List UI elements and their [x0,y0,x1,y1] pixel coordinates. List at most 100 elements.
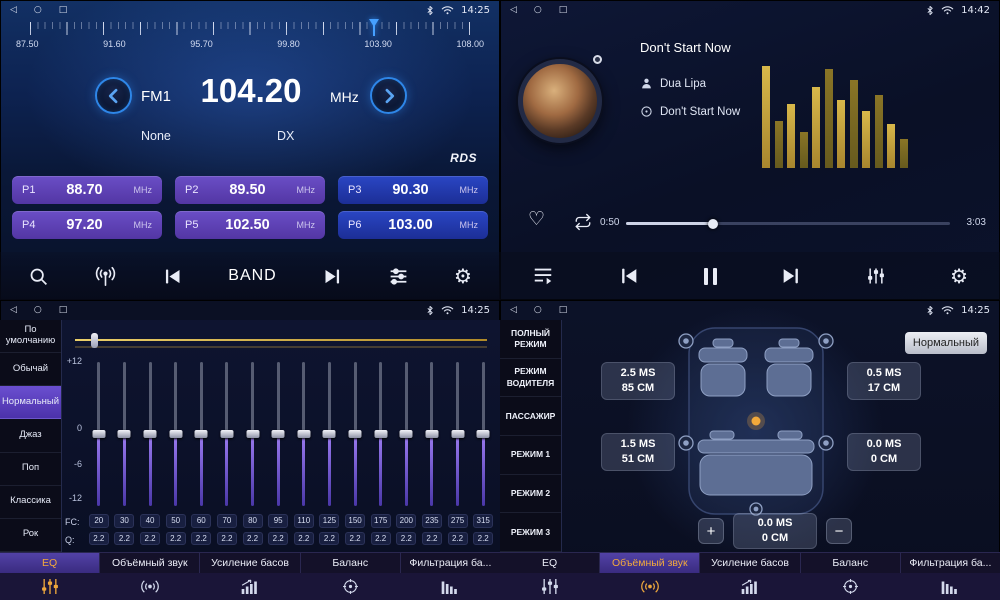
slider-handle[interactable] [92,430,105,438]
nav-home-icon[interactable]: ○ [534,5,542,15]
eq-band-slider[interactable] [189,362,215,506]
balance-icon[interactable] [300,573,400,600]
nav-back-icon[interactable]: ◁ [510,5,517,15]
slider-handle[interactable] [144,430,157,438]
radio-preset-p2[interactable]: P289.50MHz [175,176,325,204]
next-track-icon[interactable] [780,265,802,287]
master-slider-handle[interactable] [91,333,98,348]
radio-preset-p3[interactable]: P390.30MHz [338,176,488,204]
surround-sound-icon[interactable] [600,573,700,600]
delay-decrease-button[interactable]: − [826,518,852,544]
eq-band-slider[interactable] [394,362,420,506]
slider-handle[interactable] [323,430,336,438]
eq-preset-6[interactable]: Рок [0,519,61,552]
eq-band-slider[interactable] [112,362,138,506]
slider-handle[interactable] [195,430,208,438]
filter-icon[interactable] [400,573,500,600]
eq-band-slider[interactable] [214,362,240,506]
pause-button[interactable] [704,268,717,285]
profile-button[interactable]: Нормальный [905,332,987,354]
settings-icon[interactable]: ⚙ [950,266,968,286]
slider-handle[interactable] [349,430,362,438]
slider-handle[interactable] [477,430,490,438]
nav-recents-icon[interactable]: □ [59,5,68,15]
eq-band-slider[interactable] [317,362,343,506]
eq-band-slider[interactable] [291,362,317,506]
balance-icon[interactable] [800,573,900,600]
slider-handle[interactable] [118,430,131,438]
eq-band-slider[interactable] [470,362,496,506]
eq-preset-5[interactable]: Классика [0,486,61,519]
slider-handle[interactable] [220,430,233,438]
bass-boost-icon[interactable] [700,573,800,600]
surround-mode-4[interactable]: РЕЖИМ 2 [500,475,561,514]
eq-band-slider[interactable] [137,362,163,506]
eq-band-slider[interactable] [342,362,368,506]
band-button[interactable]: BAND [228,267,276,285]
eq-preset-3[interactable]: Джаз [0,419,61,452]
slider-handle[interactable] [246,430,259,438]
nav-back-icon[interactable]: ◁ [10,5,17,15]
tab-balance[interactable]: Баланс [301,553,401,573]
tab-filter[interactable]: Фильтрация ба... [901,553,1000,573]
surround-mode-0[interactable]: ПОЛНЫЙ РЕЖИМ [500,320,561,359]
playlist-icon[interactable] [532,265,554,287]
radio-preset-p1[interactable]: P188.70MHz [12,176,162,204]
eq-band-slider[interactable] [419,362,445,506]
slider-handle[interactable] [169,430,182,438]
eq-band-slider[interactable] [368,362,394,506]
slider-handle[interactable] [297,430,310,438]
eq-sliders-icon[interactable] [866,266,886,286]
frequency-pointer[interactable] [369,19,379,27]
eq-preset-4[interactable]: Поп [0,453,61,486]
eq-band-slider[interactable] [163,362,189,506]
tab-eq[interactable]: EQ [0,553,100,573]
tab-filter[interactable]: Фильтрация ба... [401,553,500,573]
nav-home-icon[interactable]: ○ [534,305,542,315]
radio-preset-p4[interactable]: P497.20MHz [12,211,162,239]
radio-preset-p6[interactable]: P6103.00MHz [338,211,488,239]
eq-preset-0[interactable]: По умолчанию [0,320,61,353]
previous-station-icon[interactable] [162,266,183,287]
eq-preset-2[interactable]: Нормальный [0,386,61,419]
eq-settings-icon[interactable] [388,266,409,287]
eq-band-slider[interactable] [240,362,266,506]
eq-band-slider[interactable] [86,362,112,506]
nav-recents-icon[interactable]: □ [559,305,568,315]
eq-band-slider[interactable] [265,362,291,506]
surround-mode-2[interactable]: ПАССАЖИР [500,397,561,436]
surround-sound-icon[interactable] [100,573,200,600]
slider-handle[interactable] [272,430,285,438]
filter-icon[interactable] [900,573,1000,600]
progress-bar[interactable] [626,222,950,225]
eq-sliders-icon[interactable] [500,573,600,600]
surround-mode-1[interactable]: РЕЖИМ ВОДИТЕЛЯ [500,359,561,398]
tune-down-button[interactable] [95,77,132,114]
previous-track-icon[interactable] [618,265,640,287]
tab-eq[interactable]: EQ [500,553,600,573]
surround-mode-5[interactable]: РЕЖИМ 3 [500,513,561,552]
slider-handle[interactable] [451,430,464,438]
tab-bass[interactable]: Усиление басов [200,553,300,573]
delay-increase-button[interactable]: + [698,518,724,544]
radio-preset-p5[interactable]: P5102.50MHz [175,211,325,239]
nav-back-icon[interactable]: ◁ [510,305,517,315]
surround-mode-3[interactable]: РЕЖИМ 1 [500,436,561,475]
tab-bass[interactable]: Усиление басов [700,553,800,573]
broadcast-icon[interactable] [94,265,117,288]
slider-handle[interactable] [425,430,438,438]
eq-sliders-icon[interactable] [0,573,100,600]
nav-back-icon[interactable]: ◁ [10,305,17,315]
tune-up-button[interactable] [370,77,407,114]
nav-recents-icon[interactable]: □ [559,5,568,15]
frequency-ruler[interactable]: 87.50 91.60 95.70 99.80 103.90 108.00 [30,22,470,58]
progress-knob[interactable] [708,219,718,229]
search-icon[interactable] [28,266,49,287]
master-level-slider[interactable] [75,333,487,348]
tab-balance[interactable]: Баланс [801,553,901,573]
nav-home-icon[interactable]: ○ [34,305,42,315]
slider-handle[interactable] [400,430,413,438]
next-station-icon[interactable] [322,266,343,287]
nav-recents-icon[interactable]: □ [59,305,68,315]
favorite-icon[interactable]: ♡ [528,208,545,230]
